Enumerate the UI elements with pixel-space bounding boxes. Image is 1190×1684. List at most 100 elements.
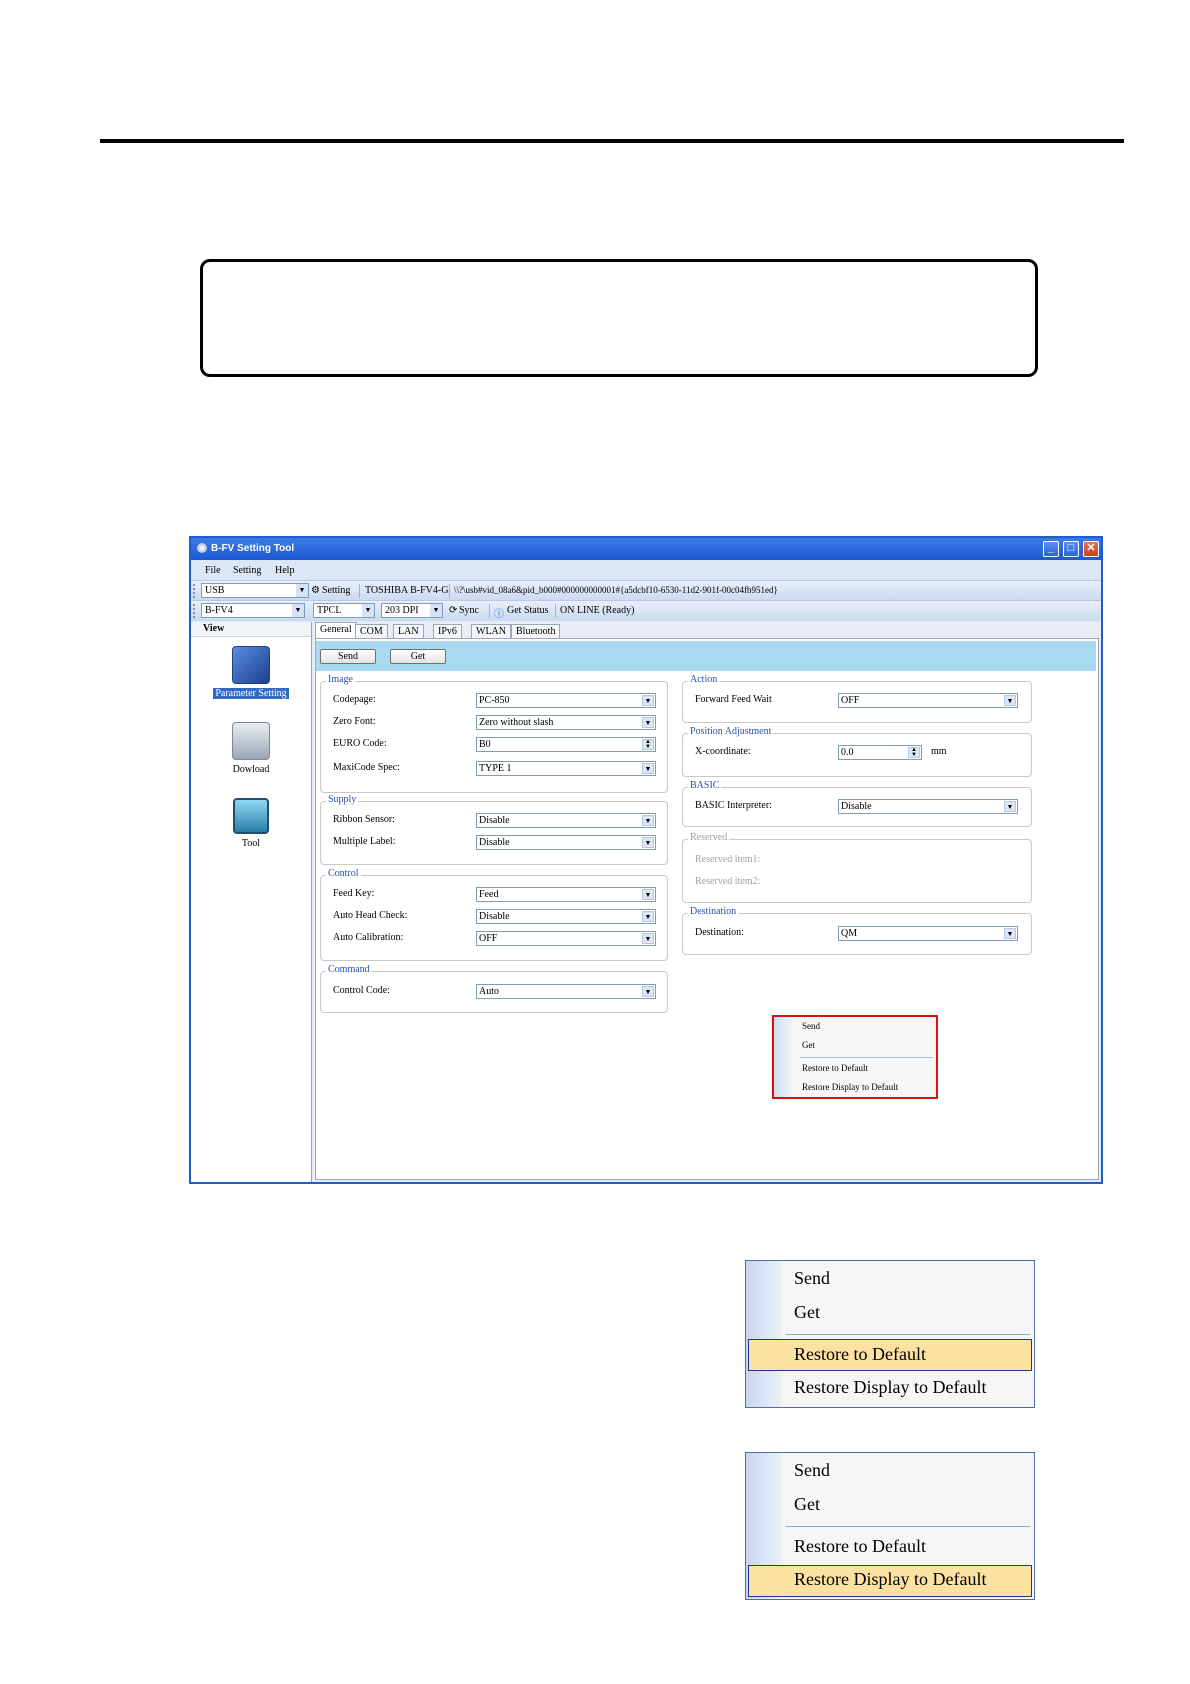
spin-arrows-icon[interactable]: ▲ ▼ [642,739,654,750]
basic-interpreter-select[interactable]: Disable ▼ [838,799,1018,814]
field-label: Auto Head Check: [333,910,408,921]
x-coordinate-spinner[interactable]: 0.0 ▲ ▼ [838,745,922,760]
main-content: General COM LAN IPv6 WLAN Bluetooth Send… [313,622,1101,1182]
menu-item-restore-default[interactable]: Restore to Default [802,1063,868,1073]
model-select[interactable]: B-FV4 ▼ [201,603,305,618]
menu-item-send[interactable]: Send [794,1460,830,1481]
field-label: Forward Feed Wait [695,694,772,705]
auto-head-check-select[interactable]: Disable ▼ [476,909,656,924]
get-status-button[interactable]: Get Status [507,605,548,616]
toolbar-separator [489,604,490,618]
menu-item-send[interactable]: Send [802,1021,820,1031]
top-rule [100,139,1124,143]
chevron-down-icon: ▼ [642,815,654,826]
nav-label: Tool [241,838,261,849]
auto-calibration-select[interactable]: OFF ▼ [476,931,656,946]
info-icon[interactable]: ⓘ [494,605,504,620]
group-basic: BASIC BASIC Interpreter: Disable ▼ [682,780,1032,827]
chevron-down-icon: ▼ [430,604,442,617]
maxicode-spec-select[interactable]: TYPE 1 ▼ [476,761,656,776]
feed-key-select[interactable]: Feed ▼ [476,887,656,902]
nav-tool[interactable]: Tool [191,798,311,849]
tab-bluetooth[interactable]: Bluetooth [511,624,561,638]
euro-code-spinner[interactable]: B0 ▲ ▼ [476,737,656,752]
sync-button[interactable]: Sync [459,605,479,616]
field-label: Multiple Label: [333,836,396,847]
chevron-down-icon: ▼ [642,986,654,997]
field-label: Destination: [695,927,744,938]
menu-item-restore-display-default[interactable]: Restore Display to Default [794,1569,986,1590]
menu-help[interactable]: Help [275,565,294,576]
nav-label: Dowload [232,764,270,775]
get-button[interactable]: Get [390,649,446,664]
close-button[interactable]: ✕ [1083,541,1099,557]
chevron-down-icon: ▼ [296,584,308,597]
menu-bar: File Setting Help [191,560,1101,580]
sync-icon[interactable]: ⟳ [449,605,457,616]
ribbon-sensor-select[interactable]: Disable ▼ [476,813,656,828]
codepage-select[interactable]: PC-850 ▼ [476,693,656,708]
field-label: Codepage: [333,694,376,705]
forward-feed-wait-select[interactable]: OFF ▼ [838,693,1018,708]
nav-label: Parameter Setting [213,688,289,699]
menu-item-restore-display-default[interactable]: Restore Display to Default [794,1377,986,1398]
language-select[interactable]: TPCL ▼ [313,603,375,618]
menu-file[interactable]: File [205,565,221,576]
chevron-down-icon: ▼ [292,604,304,617]
minimize-button[interactable]: _ [1043,541,1059,557]
view-panel: View Parameter Setting Dowload Tool [191,622,312,1182]
tab-ipv6[interactable]: IPv6 [433,624,462,638]
menu-item-get[interactable]: Get [802,1040,815,1050]
field-label: Ribbon Sensor: [333,814,395,825]
setting-button[interactable]: Setting [322,585,350,596]
toolbar-separator [555,604,556,618]
chevron-down-icon: ▼ [362,604,374,617]
port-select[interactable]: USB ▼ [201,583,309,598]
menu-item-restore-default[interactable]: Restore to Default [794,1536,926,1557]
field-label: Feed Key: [333,888,375,899]
zero-font-select[interactable]: Zero without slash ▼ [476,715,656,730]
tab-com[interactable]: COM [355,624,388,638]
group-title: Action [688,674,720,685]
toolbar-separator [359,584,360,598]
chevron-down-icon: ▼ [642,933,654,944]
control-code-select[interactable]: Auto ▼ [476,984,656,999]
destination-select[interactable]: QM ▼ [838,926,1018,941]
group-reserved: Reserved Reserved item1: Reserved item2: [682,832,1032,903]
tab-strip: General COM LAN IPv6 WLAN Bluetooth [313,622,1101,638]
chevron-down-icon: ▼ [1004,801,1016,812]
tab-lan[interactable]: LAN [393,624,424,638]
menu-item-send[interactable]: Send [794,1268,830,1289]
chevron-down-icon: ▼ [642,889,654,900]
tab-wlan[interactable]: WLAN [471,624,511,638]
toolbar-printer: B-FV4 ▼ TPCL ▼ 203 DPI ▼ ⟳ Sync ⓘ Get Statu… [191,600,1101,621]
menu-item-get[interactable]: Get [794,1302,820,1323]
multiple-label-select[interactable]: Disable ▼ [476,835,656,850]
field-label: X-coordinate: [695,746,751,757]
toolbar-grip [193,584,197,598]
group-title: Image [326,674,355,685]
field-label: BASIC Interpreter: [695,800,772,811]
group-destination: Destination Destination: QM ▼ [682,906,1032,955]
parameter-setting-icon [232,646,270,684]
chevron-down-icon: ▼ [1004,928,1016,939]
menu-icon-strip [746,1261,782,1407]
menu-item-restore-default[interactable]: Restore to Default [794,1344,926,1365]
maximize-button[interactable]: □ [1063,541,1079,557]
menu-item-restore-display-default[interactable]: Restore Display to Default [802,1082,898,1092]
menu-setting[interactable]: Setting [233,565,261,576]
chevron-down-icon: ▼ [1004,695,1016,706]
spin-arrows-icon[interactable]: ▲ ▼ [908,747,920,758]
menu-item-get[interactable]: Get [794,1494,820,1515]
gear-icon[interactable]: ⚙ [311,585,320,596]
field-label: Zero Font: [333,716,376,727]
group-command: Command Control Code: Auto ▼ [320,964,668,1013]
nav-parameter-setting[interactable]: Parameter Setting [191,646,311,699]
send-button[interactable]: Send [320,649,376,664]
nav-download[interactable]: Dowload [191,722,311,775]
field-label: Auto Calibration: [333,932,404,943]
tab-general[interactable]: General [315,622,357,638]
dpi-select[interactable]: 203 DPI ▼ [381,603,443,618]
device-path: \\?\usb#vid_08a6&pid_b000#000000000001#{… [454,585,778,595]
app-window: B-FV Setting Tool _ □ ✕ File Setting Hel… [189,536,1103,1184]
